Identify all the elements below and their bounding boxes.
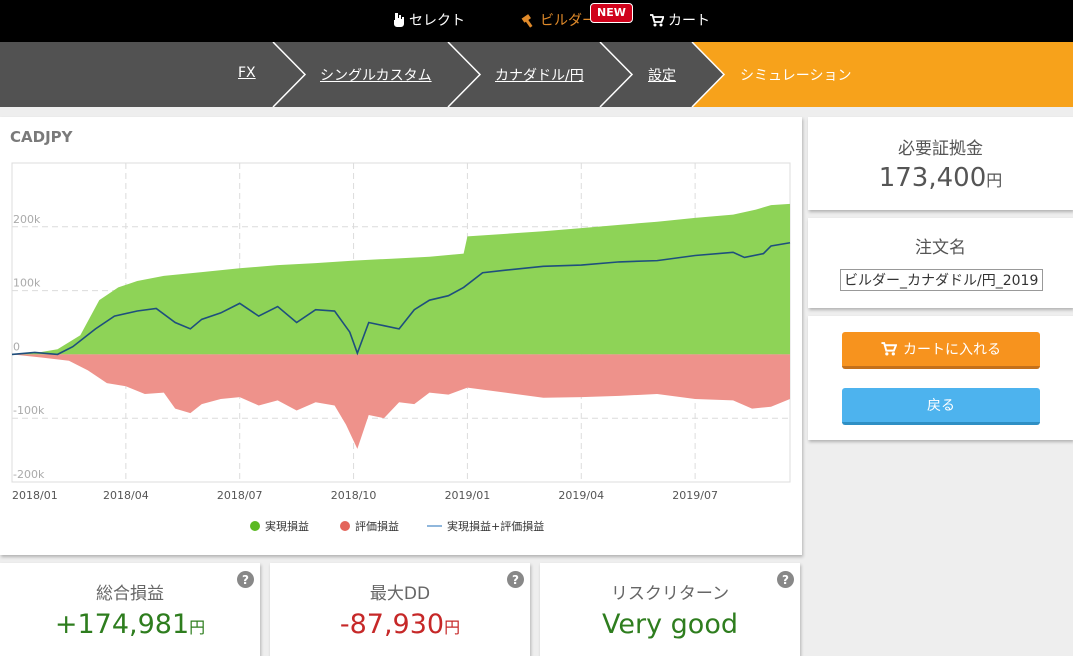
legend-realized-marker xyxy=(250,521,260,531)
action-card: カートに入れる 戻る xyxy=(808,316,1073,440)
x-tick-label: 2019/01 xyxy=(445,489,491,502)
y-tick-label: -100k xyxy=(13,404,45,417)
stat-value: +174,981円 xyxy=(0,609,260,640)
add-to-cart-label: カートに入れる xyxy=(903,342,1001,358)
help-icon[interactable]: ? xyxy=(777,571,794,588)
nav-builder[interactable]: ビルダー xyxy=(521,10,596,30)
order-name-input[interactable] xyxy=(840,269,1043,291)
stat-label: 最大DD xyxy=(369,584,431,604)
hammer-icon xyxy=(521,13,533,28)
margin-label: 必要証拠金 xyxy=(898,139,983,159)
breadcrumb-cadjpy[interactable]: カナダドル/円 xyxy=(495,65,584,85)
x-tick-label: 2019/04 xyxy=(558,489,604,502)
x-tick-label: 2018/07 xyxy=(217,489,263,502)
new-badge: NEW xyxy=(590,3,633,23)
nav-cart-label: カート xyxy=(668,13,710,29)
nav-select-label: セレクト xyxy=(409,13,465,29)
x-tick-label: 2019/07 xyxy=(672,489,718,502)
y-tick-label: 200k xyxy=(13,213,41,226)
add-to-cart-button[interactable]: カートに入れる xyxy=(842,332,1040,369)
nav-builder-label: ビルダー xyxy=(540,13,596,29)
stat-unit: 円 xyxy=(189,618,206,637)
stat-amount: Very good xyxy=(602,609,738,640)
x-tick-label: 2018/04 xyxy=(103,489,149,502)
profit-chart: 200k 100k 0 -100k -200k 2018/01 2018/04 2018/07… xyxy=(11,162,791,533)
cart-icon xyxy=(881,342,897,356)
margin-value: 173,400円 xyxy=(808,163,1073,193)
y-tick-label: 100k xyxy=(13,277,41,290)
legend-unrealized-marker xyxy=(340,521,350,531)
cart-icon xyxy=(650,13,664,26)
stat-label: リスクリターン xyxy=(610,584,730,604)
unrealized-area xyxy=(12,354,790,449)
breadcrumb-single-custom[interactable]: シングルカスタム xyxy=(320,65,432,85)
top-nav: セレクト ビルダー NEW カート xyxy=(0,0,1073,42)
legend-total-label: 実現損益+評価損益 xyxy=(447,519,544,533)
realized-area xyxy=(12,203,790,355)
chart-card: CADJPY 200k 100k 0 -100k -200k 2018/01 2018/04… xyxy=(0,117,802,555)
margin-card: 必要証拠金 173,400円 xyxy=(808,117,1073,210)
stat-total-profit: 総合損益 +174,981円 ? xyxy=(0,563,260,656)
breadcrumb-simulation: シミュレーション xyxy=(740,68,852,84)
stat-value: Very good xyxy=(540,609,800,640)
stat-unit: 円 xyxy=(444,618,461,637)
x-tick-label: 2018/10 xyxy=(331,489,377,502)
stat-amount: +174,981 xyxy=(54,609,190,640)
stat-amount: -87,930 xyxy=(339,609,445,640)
stat-risk-return: リスクリターン Very good ? xyxy=(540,563,800,656)
breadcrumb-fx[interactable]: FX xyxy=(238,65,256,81)
help-icon[interactable]: ? xyxy=(237,571,254,588)
margin-unit: 円 xyxy=(986,171,1003,190)
legend-unrealized-label: 評価損益 xyxy=(355,519,399,533)
margin-amount: 173,400 xyxy=(878,163,987,193)
legend-realized-label: 実現損益 xyxy=(265,519,309,533)
help-icon[interactable]: ? xyxy=(507,571,524,588)
breadcrumb-settings[interactable]: 設定 xyxy=(648,65,676,85)
y-tick-label: 0 xyxy=(13,340,20,353)
y-tick-label: -200k xyxy=(13,468,45,481)
breadcrumb: FX シングルカスタム カナダドル/円 設定 シミュレーション xyxy=(0,42,1073,107)
stat-value: -87,930円 xyxy=(270,609,530,640)
stat-max-drawdown: 最大DD -87,930円 ? xyxy=(270,563,530,656)
back-button[interactable]: 戻る xyxy=(842,388,1040,425)
order-name-label: 注文名 xyxy=(915,238,966,258)
x-tick-label: 2018/01 xyxy=(12,489,58,502)
nav-select[interactable]: セレクト xyxy=(392,10,465,30)
nav-cart[interactable]: カート xyxy=(650,10,710,30)
stat-label: 総合損益 xyxy=(96,584,164,604)
select-hand-icon xyxy=(394,13,404,27)
back-label: 戻る xyxy=(927,398,955,414)
order-name-card: 注文名 xyxy=(808,218,1073,308)
